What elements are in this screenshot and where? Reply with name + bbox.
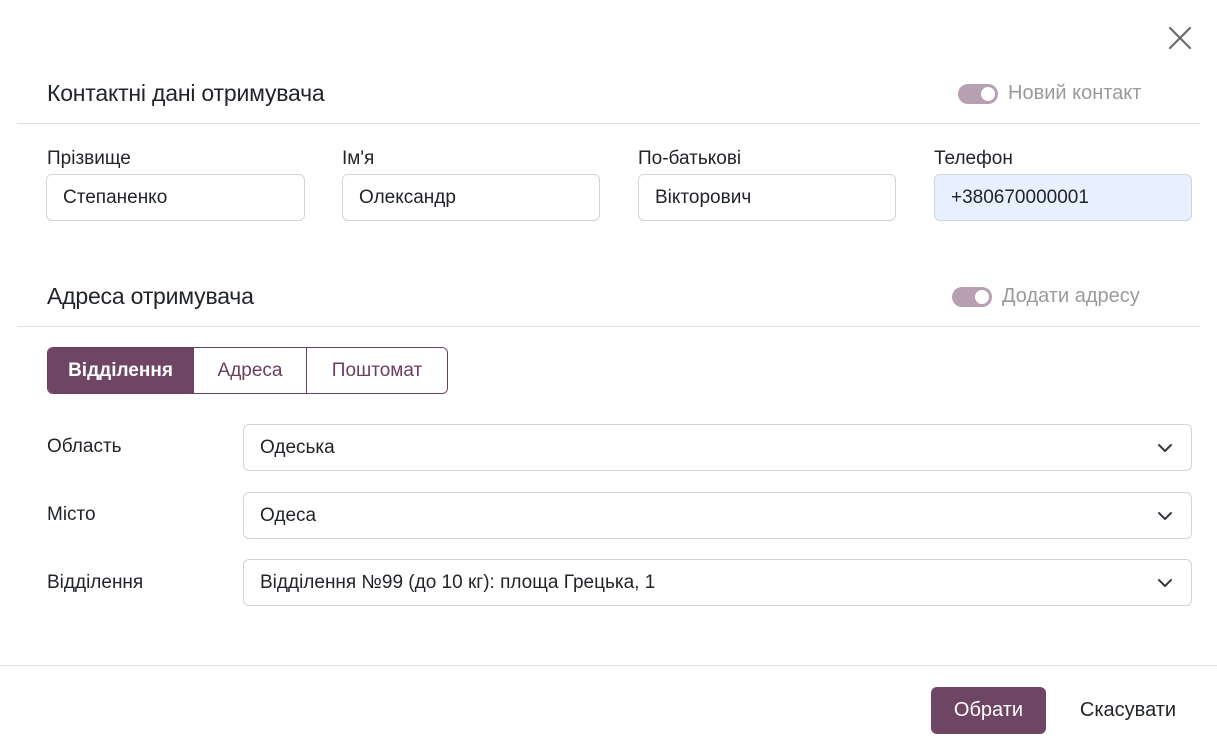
add-address-label: Додати адресу	[1002, 285, 1140, 307]
close-button[interactable]	[1166, 24, 1194, 52]
add-address-toggle[interactable]: Додати адресу	[952, 285, 1140, 308]
first-name-label: Ім'я	[342, 148, 375, 169]
new-contact-toggle[interactable]: Новий контакт	[958, 82, 1141, 105]
phone-label: Телефон	[934, 148, 1013, 169]
tab-address[interactable]: Адреса	[194, 348, 307, 393]
new-contact-label: Новий контакт	[1008, 82, 1142, 104]
first-name-field[interactable]: Олександр	[342, 174, 600, 221]
region-select[interactable]: Одеська	[243, 424, 1192, 471]
last-name-field[interactable]: Степаненко	[46, 174, 305, 221]
contact-section-title: Контактні дані отримувача	[47, 80, 325, 106]
patronymic-field[interactable]: Вікторович	[638, 174, 896, 221]
delivery-type-tabs: Відділення Адреса Поштомат	[47, 347, 448, 394]
chevron-down-icon	[1158, 444, 1172, 452]
branch-label: Відділення	[47, 572, 144, 593]
contact-divider	[17, 123, 1200, 124]
city-label: Місто	[47, 504, 96, 525]
city-select[interactable]: Одеса	[243, 492, 1192, 539]
last-name-label: Прізвище	[47, 148, 131, 169]
city-value: Одеса	[260, 504, 317, 526]
phone-field[interactable]: +380670000001	[934, 174, 1192, 221]
select-button[interactable]: Обрати	[931, 687, 1046, 734]
cancel-button[interactable]: Скасувати	[1064, 687, 1192, 734]
chevron-down-icon	[1158, 579, 1172, 587]
branch-select[interactable]: Відділення №99 (до 10 кг): площа Грецька…	[243, 559, 1192, 606]
footer-divider	[0, 665, 1217, 666]
address-divider	[17, 326, 1200, 327]
add-address-switch[interactable]	[952, 286, 992, 307]
branch-value: Відділення №99 (до 10 кг): площа Грецька…	[260, 571, 656, 593]
region-value: Одеська	[260, 436, 335, 458]
recipient-dialog: Контактні дані отримувача Новий контакт …	[0, 0, 1217, 751]
patronymic-label: По-батькові	[638, 148, 742, 169]
new-contact-switch[interactable]	[958, 83, 998, 104]
chevron-down-icon	[1158, 512, 1172, 520]
tab-parcel-locker[interactable]: Поштомат	[307, 348, 447, 393]
close-icon	[1168, 26, 1192, 50]
address-section-title: Адреса отримувача	[47, 283, 254, 309]
tab-branch[interactable]: Відділення	[48, 348, 194, 393]
region-label: Область	[47, 436, 122, 457]
